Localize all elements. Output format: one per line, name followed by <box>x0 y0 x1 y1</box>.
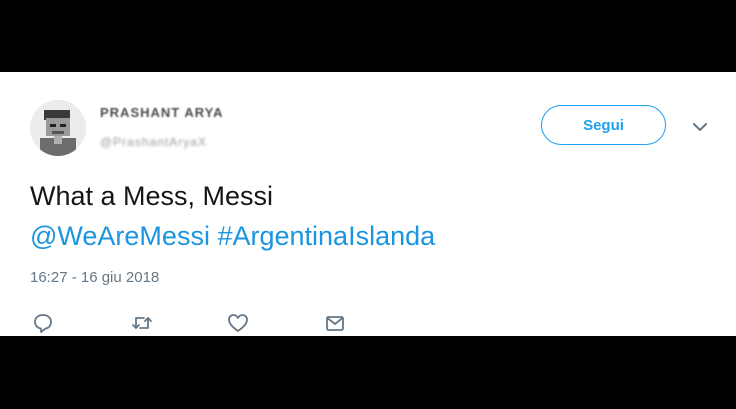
mention-link[interactable]: @WeAreMessi <box>30 221 210 251</box>
tweet-links: @WeAreMessi #ArgentinaIslanda <box>30 218 435 254</box>
chevron-down-icon[interactable] <box>690 120 710 134</box>
author-handle[interactable]: @PrashantAryaX <box>100 135 207 149</box>
tweet-text: What a Mess, Messi <box>30 181 274 211</box>
follow-button[interactable]: Segui <box>541 105 666 145</box>
avatar[interactable] <box>30 100 86 156</box>
avatar-image <box>30 100 86 156</box>
like-icon[interactable] <box>227 312 249 334</box>
retweet-icon[interactable] <box>131 312 153 334</box>
tweet-timestamp[interactable]: 16:27 - 16 giu 2018 <box>30 269 159 286</box>
tweet-card: PRASHANT ARYA @PrashantAryaX Segui What … <box>0 72 736 336</box>
screenshot-frame: PRASHANT ARYA @PrashantAryaX Segui What … <box>0 0 736 409</box>
direct-message-icon[interactable] <box>324 312 346 334</box>
hashtag-link[interactable]: #ArgentinaIslanda <box>217 221 435 251</box>
author-name[interactable]: PRASHANT ARYA <box>100 105 224 120</box>
reply-icon[interactable] <box>32 312 54 334</box>
